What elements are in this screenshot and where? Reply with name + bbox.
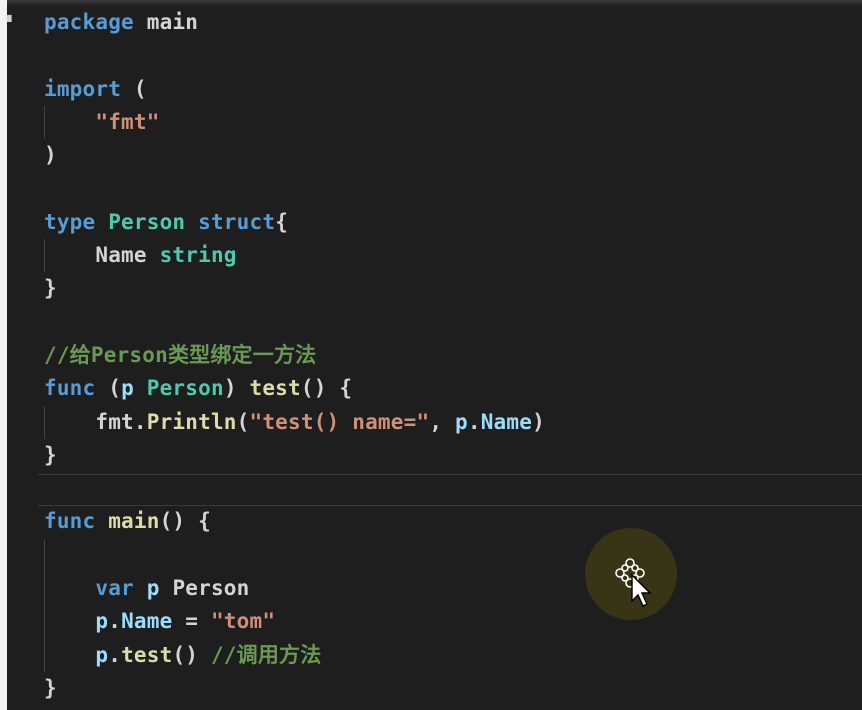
code-line-14[interactable]: } xyxy=(44,439,862,472)
package-token: fmt xyxy=(95,409,134,434)
code-line-1[interactable]: package main xyxy=(44,6,862,39)
code-line-2[interactable] xyxy=(44,39,862,72)
field-token: Name xyxy=(121,609,173,634)
punctuation-token: } xyxy=(44,442,57,467)
field-token: Name xyxy=(480,409,533,434)
code-line-12[interactable]: func (p Person) test() { xyxy=(44,372,862,405)
indent-guide xyxy=(44,405,45,439)
punctuation-token: ) xyxy=(44,143,57,168)
function-token: Println xyxy=(146,409,237,434)
type-token: Person xyxy=(108,209,186,234)
variable-token: p xyxy=(95,609,109,634)
variable-token: p xyxy=(455,409,468,434)
punctuation-token: } xyxy=(44,675,57,700)
code-line-7[interactable]: type Person struct{ xyxy=(44,206,862,239)
keyword-token: type xyxy=(44,209,96,234)
keyword-token: func xyxy=(44,376,96,401)
string-token: "tom" xyxy=(210,609,276,634)
code-line-8[interactable]: Name string xyxy=(44,239,862,273)
indent-guide xyxy=(44,239,45,273)
keyword-token: import xyxy=(44,76,122,101)
code-line-17[interactable] xyxy=(44,538,862,573)
variable-token: p xyxy=(95,642,109,667)
code-line-10[interactable] xyxy=(44,306,862,339)
punctuation-token: ( xyxy=(121,76,147,101)
code-line-20[interactable]: p.test() //调用方法 xyxy=(44,638,862,672)
code-line-6[interactable] xyxy=(44,172,862,205)
code-line-18[interactable]: var p Person xyxy=(44,572,862,606)
function-token: test xyxy=(121,642,173,667)
punctuation-token: { xyxy=(275,209,289,234)
variable-token: p xyxy=(146,576,160,601)
code-line-15[interactable] xyxy=(44,472,862,505)
move-cursor-icon xyxy=(615,558,652,607)
code-editor[interactable]: ▖ package main import ( "fmt" ) type Per… xyxy=(0,0,862,710)
indent-guide xyxy=(44,538,45,573)
keyword-token: var xyxy=(95,576,134,601)
code-line-19[interactable]: p.Name = "tom" xyxy=(44,605,862,639)
code-line-16[interactable]: func main() { xyxy=(44,505,862,538)
indent-guide xyxy=(44,105,45,140)
variable-token: p xyxy=(121,376,134,401)
indent-guide xyxy=(44,605,45,639)
code-line-3[interactable]: import ( xyxy=(44,73,862,106)
type-token: Person xyxy=(146,376,224,401)
code-area[interactable]: package main import ( "fmt" ) type Perso… xyxy=(44,6,862,705)
field-token: Name xyxy=(95,243,147,268)
code-line-5[interactable]: ) xyxy=(44,139,862,172)
code-line-9[interactable]: } xyxy=(44,272,862,305)
function-token: main xyxy=(108,509,160,534)
string-token: "fmt" xyxy=(95,109,160,134)
type-token: Person xyxy=(172,576,250,601)
identifier-token: main xyxy=(133,10,199,34)
keyword-token: func xyxy=(44,509,96,534)
window-edge xyxy=(0,0,7,710)
punctuation-token: } xyxy=(44,276,57,301)
keyword-token: struct xyxy=(198,209,276,234)
gutter-marker: ▖ xyxy=(7,8,17,22)
comment-token: //调用方法 xyxy=(210,642,322,667)
function-token: test xyxy=(249,376,301,401)
code-line-11[interactable]: //给Person类型绑定一方法 xyxy=(44,339,862,372)
comment-token: //给Person类型绑定一方法 xyxy=(44,342,317,367)
code-line-21[interactable]: } xyxy=(44,672,862,705)
indent-guide xyxy=(44,638,45,672)
indent-guide xyxy=(44,572,45,606)
code-line-13[interactable]: fmt.Println("test() name=", p.Name) xyxy=(44,405,862,439)
string-token: "test() name=" xyxy=(249,409,430,434)
keyword-token: package xyxy=(44,10,134,34)
type-token: string xyxy=(159,243,237,268)
code-line-4[interactable]: "fmt" xyxy=(44,105,862,140)
